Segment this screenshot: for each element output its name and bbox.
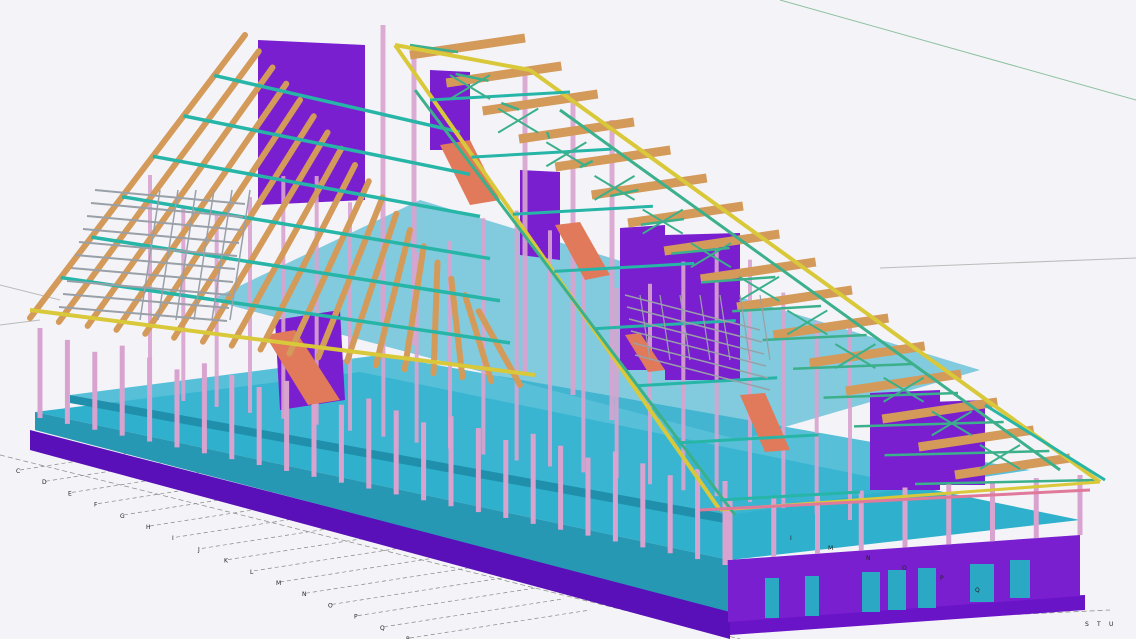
grid-label-front-o: O [902,565,907,572]
column [174,369,180,448]
column [814,321,819,515]
column [448,240,452,449]
column [201,363,207,454]
grid-label-front-p: P [940,575,944,582]
column [380,25,386,325]
column [119,345,125,436]
grid-label-s: S [1085,621,1089,628]
grid-label-i: I [172,535,174,542]
column [92,351,98,430]
grid-label-p: P [354,614,358,621]
grid-label-front-i: I [790,535,792,542]
grid-label-n: N [302,591,307,598]
column [667,475,673,554]
model-viewport[interactable]: CDEFGHIJKLMNOPQRSTUIMNOPQ [0,0,1136,639]
column [64,339,70,424]
column [558,445,564,530]
column [37,328,43,418]
column [256,387,262,466]
column [530,433,536,524]
column [609,120,615,420]
structural-3d-model[interactable]: CDEFGHIJKLMNOPQRSTUIMNOPQ [0,0,1136,639]
grid-label-f: F [94,502,98,509]
grid-label-t: T [1096,621,1101,628]
grid-label-j: J [197,546,200,553]
column [481,218,486,455]
column [522,75,528,375]
grid-label-q: Q [380,625,385,632]
column [338,404,344,483]
grid-label-h: H [146,524,151,531]
column [722,481,728,565]
column [514,210,519,461]
column [421,422,427,501]
column [503,439,509,518]
grid-label-front-n: N [866,555,871,562]
column [585,457,591,536]
column [366,398,372,489]
grid-label-front-q: Q [975,587,980,594]
grid-label-e: E [68,490,72,497]
column [640,463,646,548]
column [614,288,619,479]
grid-label-u: U [1109,621,1113,628]
column [393,410,399,495]
column [581,264,586,473]
grid-label-c: C [16,468,20,475]
column [781,292,786,509]
rafter [430,259,441,377]
column [475,428,481,513]
column [229,375,235,460]
grid-label-o: O [328,602,333,609]
grid-label-front-m: M [828,545,833,552]
grid-label-g: G [120,513,125,520]
grid-label-d: D [42,479,47,486]
column [714,247,719,497]
grid-label-m: M [276,580,281,587]
